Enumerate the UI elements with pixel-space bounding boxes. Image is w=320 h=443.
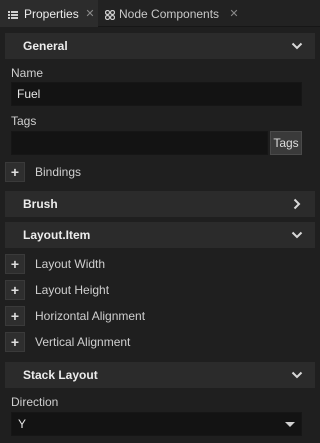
vertical-alignment-row: + Vertical Alignment [5,331,315,353]
tab-properties[interactable]: Properties ✕ [0,0,98,27]
chevron-down-icon [291,371,303,379]
add-layout-width-button[interactable]: + [5,254,25,274]
components-icon [104,9,116,20]
chevron-down-icon [291,231,303,239]
section-title: General [23,39,68,53]
section-title: Layout.Item [23,228,91,242]
tags-label: Tags [11,114,37,128]
close-icon[interactable]: ✕ [228,8,240,20]
vertical-alignment-label: Vertical Alignment [35,335,131,349]
section-layout-item[interactable]: Layout.Item [5,222,315,248]
layout-width-label: Layout Width [35,257,106,271]
section-stack-layout[interactable]: Stack Layout [5,362,315,388]
chevron-right-icon [293,198,301,210]
add-horizontal-alignment-button[interactable]: + [5,306,25,326]
direction-value: Y [18,417,27,431]
add-bindings-button[interactable]: + [5,162,25,182]
list-icon [8,9,18,19]
section-title: Stack Layout [23,368,98,382]
tags-field[interactable] [11,131,268,155]
name-label: Name [11,66,44,80]
close-icon[interactable]: ✕ [84,8,96,20]
section-brush[interactable]: Brush [5,191,315,217]
chevron-down-icon [291,42,303,50]
add-vertical-alignment-button[interactable]: + [5,332,25,352]
add-layout-height-button[interactable]: + [5,280,25,300]
layout-height-label: Layout Height [35,283,110,297]
tab-label: Node Components [119,6,220,21]
tab-label: Properties [24,6,79,21]
tab-bar: Properties ✕ Node Components ✕ [0,0,320,27]
direction-label: Direction [11,395,59,409]
bindings-label: Bindings [35,165,82,179]
layout-height-row: + Layout Height [5,279,315,301]
properties-panel: General Name Fuel Tags Tags + Bindings B… [0,28,320,443]
horizontal-alignment-label: Horizontal Alignment [35,309,146,323]
dropdown-arrow-icon [285,422,295,427]
name-field[interactable]: Fuel [11,82,302,106]
tab-node-components[interactable]: Node Components ✕ [100,0,248,27]
section-title: Brush [23,197,58,211]
section-general[interactable]: General [5,33,315,59]
bindings-row: + Bindings [5,161,315,183]
direction-dropdown[interactable]: Y [11,412,302,436]
tags-button[interactable]: Tags [270,131,302,155]
layout-width-row: + Layout Width [5,253,315,275]
horizontal-alignment-row: + Horizontal Alignment [5,305,315,327]
